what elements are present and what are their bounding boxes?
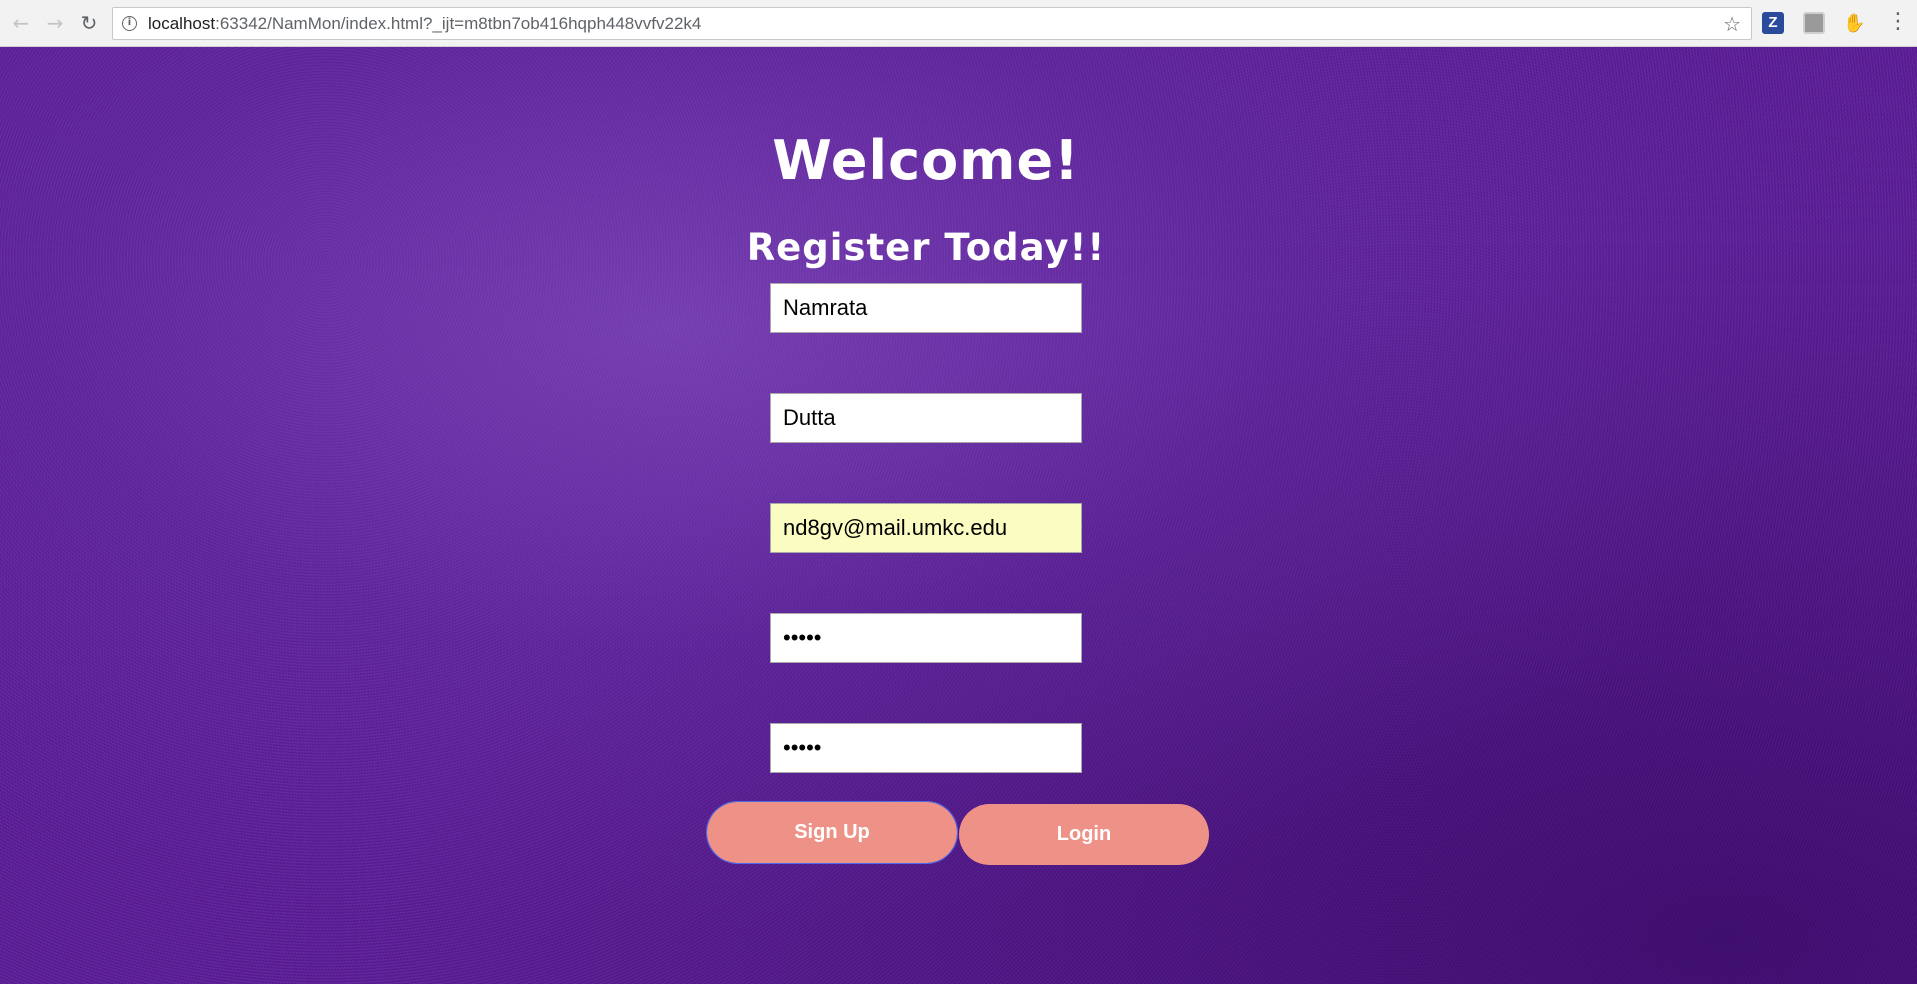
zotero-extension-icon[interactable]: Z	[1762, 12, 1784, 34]
welcome-heading: Welcome!	[772, 129, 1080, 192]
reload-icon[interactable]: ↻	[76, 10, 102, 36]
info-icon[interactable]: i	[122, 16, 137, 31]
star-icon[interactable]: ☆	[1723, 12, 1741, 36]
email-input[interactable]	[770, 503, 1082, 553]
extension-hand-icon[interactable]: ✋	[1843, 12, 1865, 34]
register-heading: Register Today!!	[746, 226, 1106, 269]
menu-icon[interactable]: ⋮	[1887, 9, 1909, 34]
url-path: :63342/NamMon/index.html?_ijt=m8tbn7ob41…	[215, 14, 702, 33]
signup-button[interactable]: Sign Up	[706, 801, 958, 864]
browser-toolbar: ← → ↻ i localhost:63342/NamMon/index.htm…	[0, 0, 1917, 47]
url-host: localhost	[148, 14, 216, 33]
last-name-input[interactable]	[770, 393, 1082, 443]
extension-icon[interactable]	[1803, 12, 1825, 34]
login-button[interactable]: Login	[959, 804, 1209, 865]
back-arrow-icon[interactable]: ←	[8, 10, 34, 36]
address-bar[interactable]: i localhost:63342/NamMon/index.html?_ijt…	[112, 7, 1752, 40]
confirm-password-input[interactable]	[770, 723, 1082, 773]
url-text: localhost:63342/NamMon/index.html?_ijt=m…	[148, 14, 701, 34]
first-name-input[interactable]	[770, 283, 1082, 333]
forward-arrow-icon[interactable]: →	[42, 10, 68, 36]
password-input[interactable]	[770, 613, 1082, 663]
page-body: Welcome! Register Today!!	[0, 47, 1917, 984]
